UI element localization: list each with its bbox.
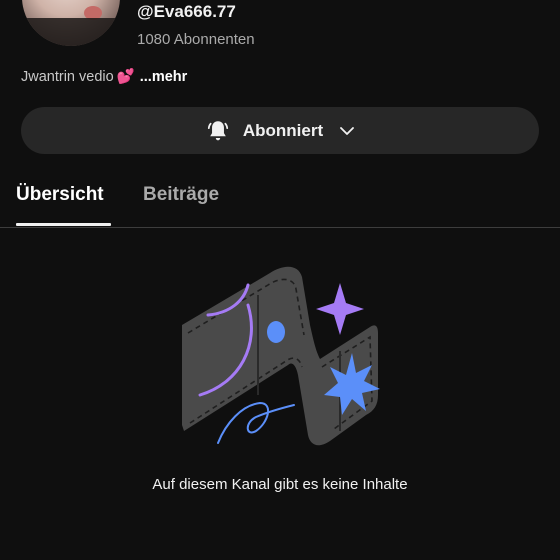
sparkle-icon: [316, 283, 364, 335]
chevron-down-icon: [340, 126, 355, 135]
heart-emoji: 💕: [116, 69, 135, 85]
ribbon-shape: [182, 266, 378, 446]
active-tab-indicator: [16, 223, 111, 226]
avatar-shade: [22, 18, 120, 46]
subscribed-button[interactable]: Abonniert: [21, 107, 539, 154]
bell-icon: [207, 120, 228, 140]
empty-channel-illustration: [182, 266, 380, 446]
channel-avatar[interactable]: [22, 0, 120, 46]
empty-state-message: Auf diesem Kanal gibt es keine Inhalte: [152, 476, 408, 493]
channel-handle: @Eva666.77: [137, 2, 236, 21]
more-link[interactable]: ...mehr: [140, 69, 188, 85]
channel-tabs: Übersicht Beiträge: [0, 176, 560, 228]
channel-description[interactable]: Jwantrin vedio 💕 ...mehr: [21, 68, 187, 85]
subscribed-label: Abonniert: [242, 120, 324, 140]
tab-posts[interactable]: Beiträge: [143, 184, 219, 206]
tab-overview[interactable]: Übersicht: [16, 184, 104, 206]
subscriber-count: 1080 Abonnenten: [137, 31, 255, 48]
description-text: Jwantrin vedio: [21, 69, 114, 85]
